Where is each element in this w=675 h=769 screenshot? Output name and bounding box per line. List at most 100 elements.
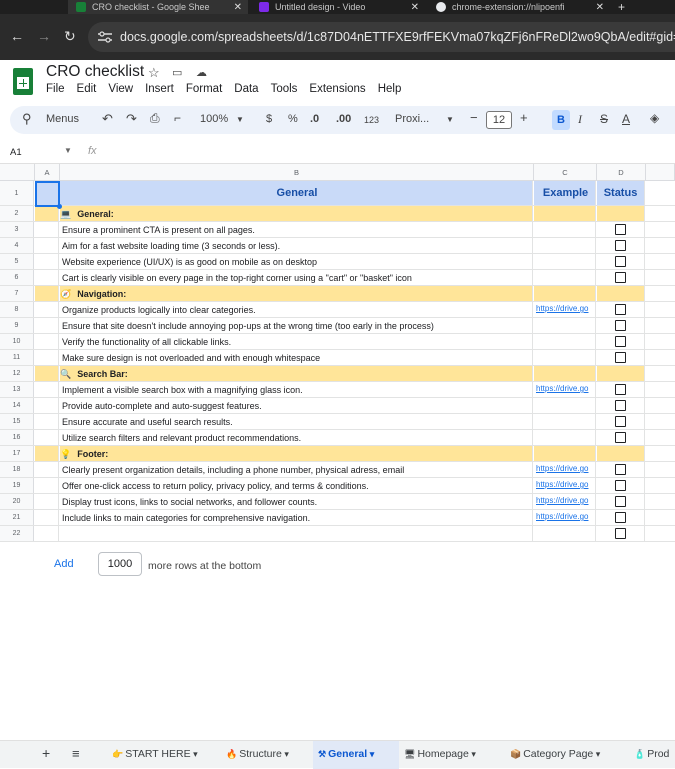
status-cell[interactable] [597, 430, 645, 445]
cell-a[interactable] [35, 494, 59, 509]
example-link[interactable]: https://drive.go [534, 510, 596, 525]
checklist-item-cell[interactable]: Provide auto-complete and auto-suggest f… [60, 398, 533, 413]
cell-a[interactable] [35, 398, 59, 413]
status-checkbox[interactable] [615, 384, 626, 395]
close-tab-icon[interactable]: ✕ [234, 2, 242, 13]
cell-a[interactable] [35, 286, 59, 301]
row-number[interactable]: 17 [0, 446, 34, 461]
menu-tools[interactable]: Tools [271, 83, 298, 95]
select-all-corner[interactable] [0, 164, 35, 181]
example-link[interactable]: https://drive.go [534, 462, 596, 477]
status-checkbox[interactable] [615, 496, 626, 507]
column-header-a[interactable]: A [35, 164, 60, 181]
row-number[interactable]: 6 [0, 270, 34, 285]
chevron-down-icon[interactable]: ▾ [191, 749, 198, 759]
font-family-select[interactable]: Proxi... [395, 113, 429, 125]
menu-extensions[interactable]: Extensions [309, 83, 365, 95]
checklist-item-cell[interactable] [60, 526, 533, 541]
status-cell[interactable] [597, 206, 645, 221]
row-number[interactable]: 3 [0, 222, 34, 237]
menu-view[interactable]: View [108, 83, 133, 95]
row-number[interactable]: 21 [0, 510, 34, 525]
status-cell[interactable] [597, 462, 645, 477]
column-header-b[interactable]: B [60, 164, 534, 181]
row-number[interactable]: 22 [0, 526, 34, 541]
all-sheets-icon[interactable]: ≡ [72, 746, 80, 761]
sheet-tab-homepage[interactable]: 🖥 Homepage ▾ [404, 748, 476, 760]
zoom-chevron-down-icon[interactable]: ▼ [236, 115, 244, 124]
row-number[interactable]: 11 [0, 350, 34, 365]
cell-a[interactable] [35, 414, 59, 429]
status-cell[interactable] [597, 238, 645, 253]
header-general[interactable]: General [60, 181, 533, 205]
row-number[interactable]: 16 [0, 430, 34, 445]
row-number[interactable]: 5 [0, 254, 34, 269]
menu-edit[interactable]: Edit [77, 83, 97, 95]
status-cell[interactable] [597, 286, 645, 301]
section-title-cell[interactable]: 💡 Footer: [60, 446, 533, 461]
fill-color-icon[interactable]: ◈ [650, 111, 659, 125]
checklist-item-cell[interactable]: Cart is clearly visible on every page in… [60, 270, 533, 285]
status-cell[interactable] [597, 350, 645, 365]
zoom-select[interactable]: 100% [200, 113, 228, 125]
checklist-item-cell[interactable]: Organize products logically into clear c… [60, 302, 533, 317]
number-format-button[interactable]: 123 [364, 115, 379, 125]
sheet-tab-category-page[interactable]: 📦 Category Page ▾ [510, 748, 600, 760]
row-number[interactable]: 7 [0, 286, 34, 301]
cell-a[interactable] [35, 382, 59, 397]
undo-icon[interactable]: ↶ [102, 111, 113, 127]
status-cell[interactable] [597, 478, 645, 493]
percent-format-button[interactable]: % [288, 113, 298, 125]
status-checkbox[interactable] [615, 256, 626, 267]
row-number[interactable]: 4 [0, 238, 34, 253]
cell-c[interactable] [534, 526, 596, 541]
menu-format[interactable]: Format [186, 83, 222, 95]
cell-a[interactable] [35, 238, 59, 253]
cell-a[interactable] [35, 478, 59, 493]
cell-c[interactable] [534, 206, 596, 221]
forward-arrow-icon[interactable]: → [37, 28, 51, 44]
decrease-decimal-button[interactable]: .0 [310, 113, 319, 125]
checklist-item-cell[interactable]: Website experience (UI/UX) is as good on… [60, 254, 533, 269]
status-cell[interactable] [597, 382, 645, 397]
cell-a[interactable] [35, 430, 59, 445]
status-cell[interactable] [597, 334, 645, 349]
example-link[interactable]: https://drive.go [534, 382, 596, 397]
reload-icon[interactable]: ↻ [64, 28, 76, 45]
status-checkbox[interactable] [615, 528, 626, 539]
row-number[interactable]: 20 [0, 494, 34, 509]
cell-c[interactable] [534, 238, 596, 253]
status-cell[interactable] [597, 222, 645, 237]
column-header-d[interactable]: D [597, 164, 646, 181]
add-rows-button[interactable]: Add [54, 558, 74, 570]
status-checkbox[interactable] [615, 416, 626, 427]
sheets-logo-icon[interactable] [13, 68, 33, 95]
status-checkbox[interactable] [615, 512, 626, 523]
cell-c[interactable] [534, 254, 596, 269]
status-cell[interactable] [597, 414, 645, 429]
cell-a[interactable] [35, 526, 59, 541]
row-number[interactable]: 14 [0, 398, 34, 413]
column-header-c[interactable]: C [534, 164, 597, 181]
cell-a[interactable] [35, 270, 59, 285]
close-tab-icon[interactable]: ✕ [411, 2, 419, 13]
increase-decimal-button[interactable]: .00 [336, 113, 351, 125]
menu-data[interactable]: Data [234, 83, 258, 95]
increase-font-size-icon[interactable]: + [520, 110, 528, 125]
document-title[interactable]: CRO checklist [46, 63, 144, 81]
status-cell[interactable] [597, 302, 645, 317]
strikethrough-button[interactable]: S [600, 112, 608, 126]
currency-format-button[interactable]: $ [266, 113, 272, 125]
font-size-input[interactable]: 12 [486, 111, 512, 129]
cell-c[interactable] [534, 414, 596, 429]
section-title-cell[interactable]: 💻 General: [60, 206, 533, 221]
cell-c[interactable] [534, 334, 596, 349]
status-checkbox[interactable] [615, 400, 626, 411]
checklist-item-cell[interactable]: Aim for a fast website loading time (3 s… [60, 238, 533, 253]
status-cell[interactable] [597, 366, 645, 381]
status-checkbox[interactable] [615, 464, 626, 475]
move-folder-icon[interactable]: ▭ [172, 66, 182, 79]
row-number[interactable]: 1 [0, 181, 34, 205]
status-cell[interactable] [597, 398, 645, 413]
decrease-font-size-icon[interactable]: − [470, 110, 478, 125]
